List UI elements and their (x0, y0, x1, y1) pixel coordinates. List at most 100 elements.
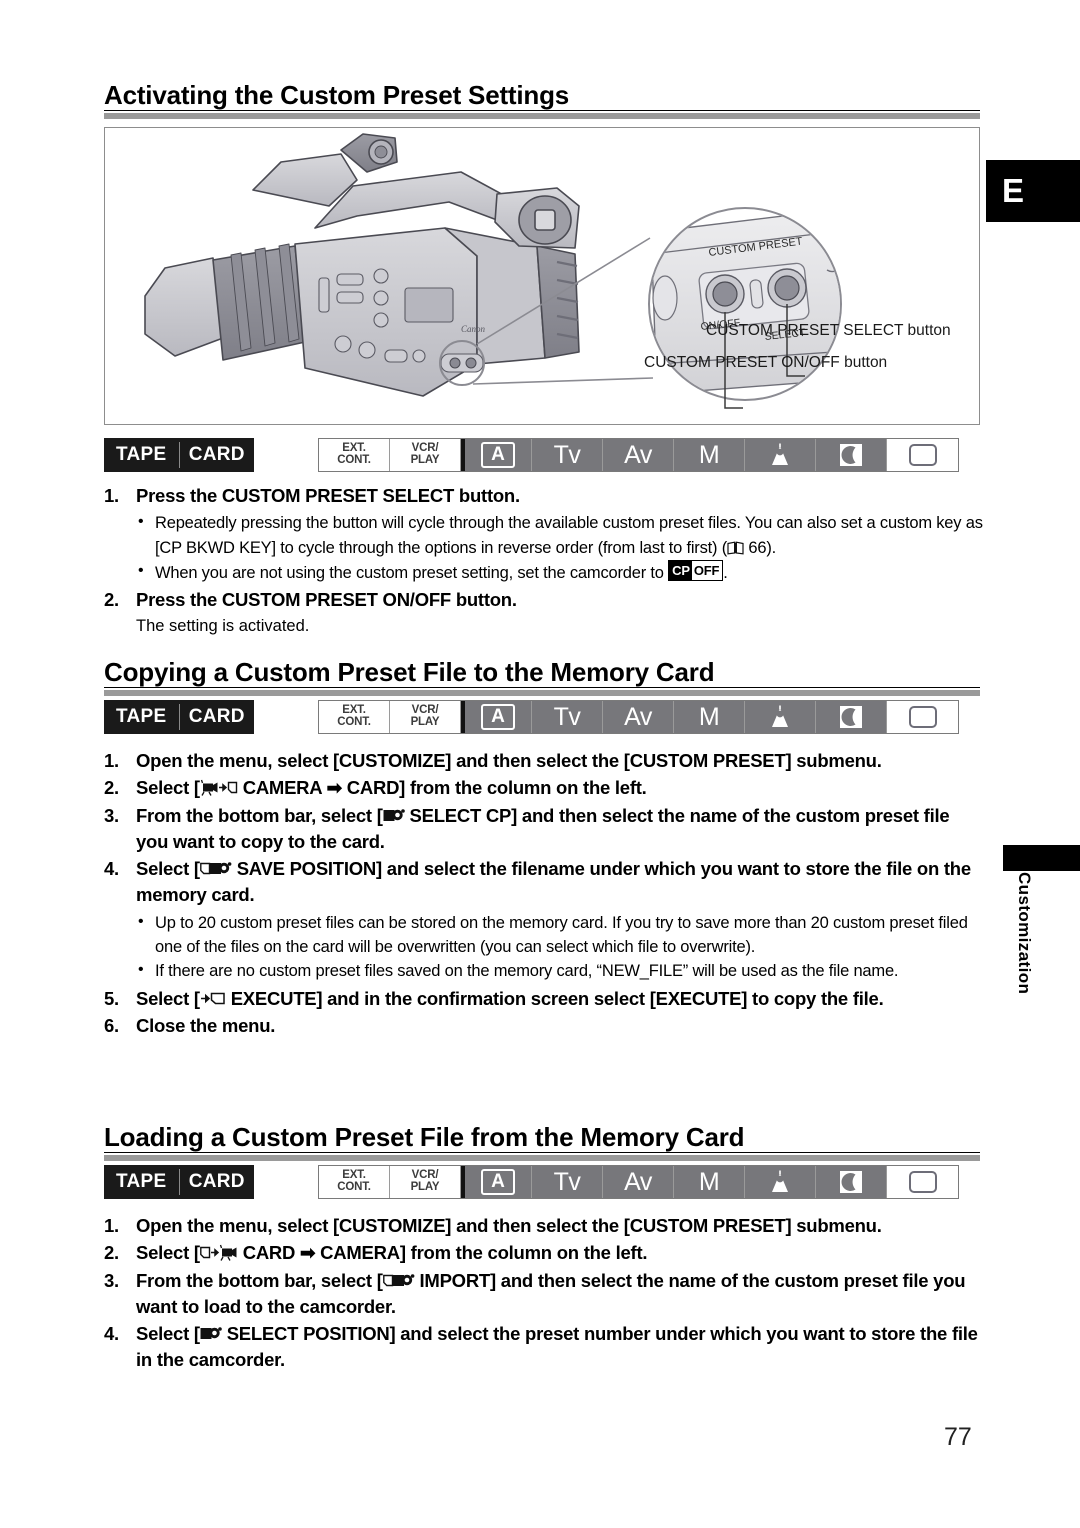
mode-ext-cont: EXT. CONT. (319, 701, 390, 733)
mode-manual-label: M (698, 702, 720, 731)
bullet-item: • Repeatedly pressing the button will cy… (104, 511, 984, 560)
callout-onoff-button: CUSTOM PRESET ON/OFF button (644, 354, 888, 371)
cp-off-badge-cp: CP (669, 561, 692, 581)
mode-bar-activating: EXT. CONT. VCR/ PLAY A Tv Av M (318, 438, 959, 472)
step-item: 2. Select [ CARD ➡ CAMERA] from the colu… (104, 1240, 984, 1266)
media-card: CARD (188, 706, 245, 727)
bullet-dot: • (138, 912, 144, 930)
heading-rule-loading (104, 1152, 980, 1161)
mode-spotlight (745, 701, 816, 733)
bullet-text: If there are no custom preset files save… (155, 962, 899, 981)
step-text: Open the menu, select [CUSTOMIZE] and th… (136, 1215, 882, 1236)
mode-vcr-play: VCR/ PLAY (390, 1166, 461, 1198)
mode-ext-cont: EXT. CONT. (319, 439, 390, 471)
step-item: 4. Select [ SELECT POSITION] and select … (104, 1321, 984, 1374)
bullet-list: • Repeatedly pressing the button will cy… (104, 511, 984, 585)
moon-icon (840, 1171, 862, 1193)
mode-tv-label: Tv (553, 440, 581, 469)
mode-easy (887, 439, 958, 471)
mode-bar-copying: EXT. CONT. VCR/ PLAY A Tv Av M (318, 700, 959, 734)
manual-page: E Customization Activating the Custom Pr… (0, 0, 1080, 1528)
mode-av-label: Av (624, 702, 652, 731)
step-text-pre: Select [ (136, 987, 200, 1009)
easy-rect-icon (908, 706, 937, 728)
spotlight-icon (772, 1170, 788, 1192)
step-text-pre: Select [ (136, 858, 200, 880)
heading-activating: Activating the Custom Preset Settings (104, 80, 570, 110)
mode-auto-label: A (481, 441, 515, 469)
step-item: 1. Open the menu, select [CUSTOMIZE] and… (104, 1213, 984, 1239)
step-number: 2. (104, 589, 119, 611)
step-text-post: CAMERA ➡ CARD] from the column on the le… (237, 777, 647, 799)
bullet-dot: • (138, 513, 144, 531)
bullet-item: • Up to 20 custom preset files can be st… (104, 911, 984, 960)
svg-text:Canon: Canon (461, 324, 486, 334)
step-note: The setting is activated. (136, 616, 310, 635)
bullet-list: • Up to 20 custom preset files can be st… (104, 911, 984, 984)
select-position-icon (200, 1327, 222, 1340)
mode-tv: Tv (532, 439, 603, 471)
mode-auto: A (461, 1166, 532, 1198)
spotlight-icon (772, 705, 788, 727)
media-bar-loading: TAPE CARD (104, 1165, 254, 1199)
heading-loading: Loading a Custom Preset File from the Me… (104, 1122, 745, 1152)
mode-bar-loading: EXT. CONT. VCR/ PLAY A Tv Av M (318, 1165, 959, 1199)
mode-av: Av (603, 701, 674, 733)
step-number: 6. (104, 1015, 119, 1037)
callout-select-button: CUSTOM PRESET SELECT button (706, 322, 951, 339)
steps-copying: 1. Open the menu, select [CUSTOMIZE] and… (104, 748, 984, 1040)
mode-manual-label: M (698, 1167, 720, 1196)
step-item: 5. Select [ EXECUTE] and in the confirma… (104, 986, 984, 1012)
media-tape: TAPE (116, 1171, 167, 1192)
bullet-text: When you are not using the custom preset… (155, 564, 669, 583)
save-position-icon (199, 862, 232, 875)
step-text-pre: From the bottom bar, select [ (136, 804, 383, 826)
bullet-text: Up to 20 custom preset files can be stor… (155, 913, 968, 956)
mode-tv-label: Tv (553, 1167, 581, 1196)
section-tab-marker (1003, 845, 1080, 871)
mode-ext-cont-line2: CONT. (337, 1181, 371, 1193)
mode-manual: M (674, 701, 745, 733)
figure-camcorder-custom-preset: Canon CUSTOM PRESET ON/OFF SELECT CUSTOM… (104, 127, 980, 425)
step-text-pre: Select [ (136, 1242, 200, 1264)
mode-night (816, 439, 887, 471)
moon-icon (840, 706, 862, 728)
step-number: 2. (104, 777, 119, 799)
mode-tv: Tv (532, 701, 603, 733)
step-text-post: SAVE POSITION] and select the filename u… (136, 858, 971, 906)
mode-manual: M (674, 1166, 745, 1198)
step-number: 4. (104, 858, 119, 880)
heading-copying: Copying a Custom Preset File to the Memo… (104, 657, 715, 687)
heading-rule-activating (104, 110, 980, 119)
step-number: 3. (104, 804, 119, 826)
easy-rect-icon (908, 444, 937, 466)
import-icon (382, 1273, 415, 1286)
language-tab: E (986, 160, 1080, 222)
section-tab-label: Customization (1015, 872, 1034, 995)
cp-off-badge-off: OFF (691, 561, 723, 581)
mode-night (816, 701, 887, 733)
step-number: 1. (104, 485, 119, 506)
media-bar-copying: TAPE CARD (104, 700, 254, 734)
step-number: 1. (104, 750, 119, 771)
bullet-item: • If there are no custom preset files sa… (104, 959, 984, 983)
spotlight-icon (772, 443, 788, 465)
step-item: 1. Press the CUSTOM PRESET SELECT button… (104, 483, 984, 509)
mode-vcr-play-line2: PLAY (410, 1181, 440, 1193)
step-number: 2. (104, 1242, 119, 1264)
mode-av-label: Av (624, 1167, 652, 1196)
step-item: 2. Press the CUSTOM PRESET ON/OFF button… (104, 587, 984, 613)
step-text-post: SELECT POSITION] and select the preset n… (136, 1323, 978, 1371)
select-cp-icon (383, 808, 405, 821)
mode-auto: A (461, 701, 532, 733)
bullet-tail: 66). (748, 538, 777, 557)
execute-to-card-icon (200, 992, 225, 1005)
bullet-dot: • (138, 562, 144, 580)
bullet-text: Repeatedly pressing the button will cycl… (155, 514, 983, 557)
media-tape: TAPE (116, 706, 167, 727)
step-text: Open the menu, select [CUSTOMIZE] and th… (136, 750, 882, 771)
step-text-pre: From the bottom bar, select [ (136, 1269, 383, 1291)
step-text-pre: Select [ (136, 777, 200, 799)
mode-vcr-play: VCR/ PLAY (390, 701, 461, 733)
page-number: 77 (944, 1423, 972, 1451)
